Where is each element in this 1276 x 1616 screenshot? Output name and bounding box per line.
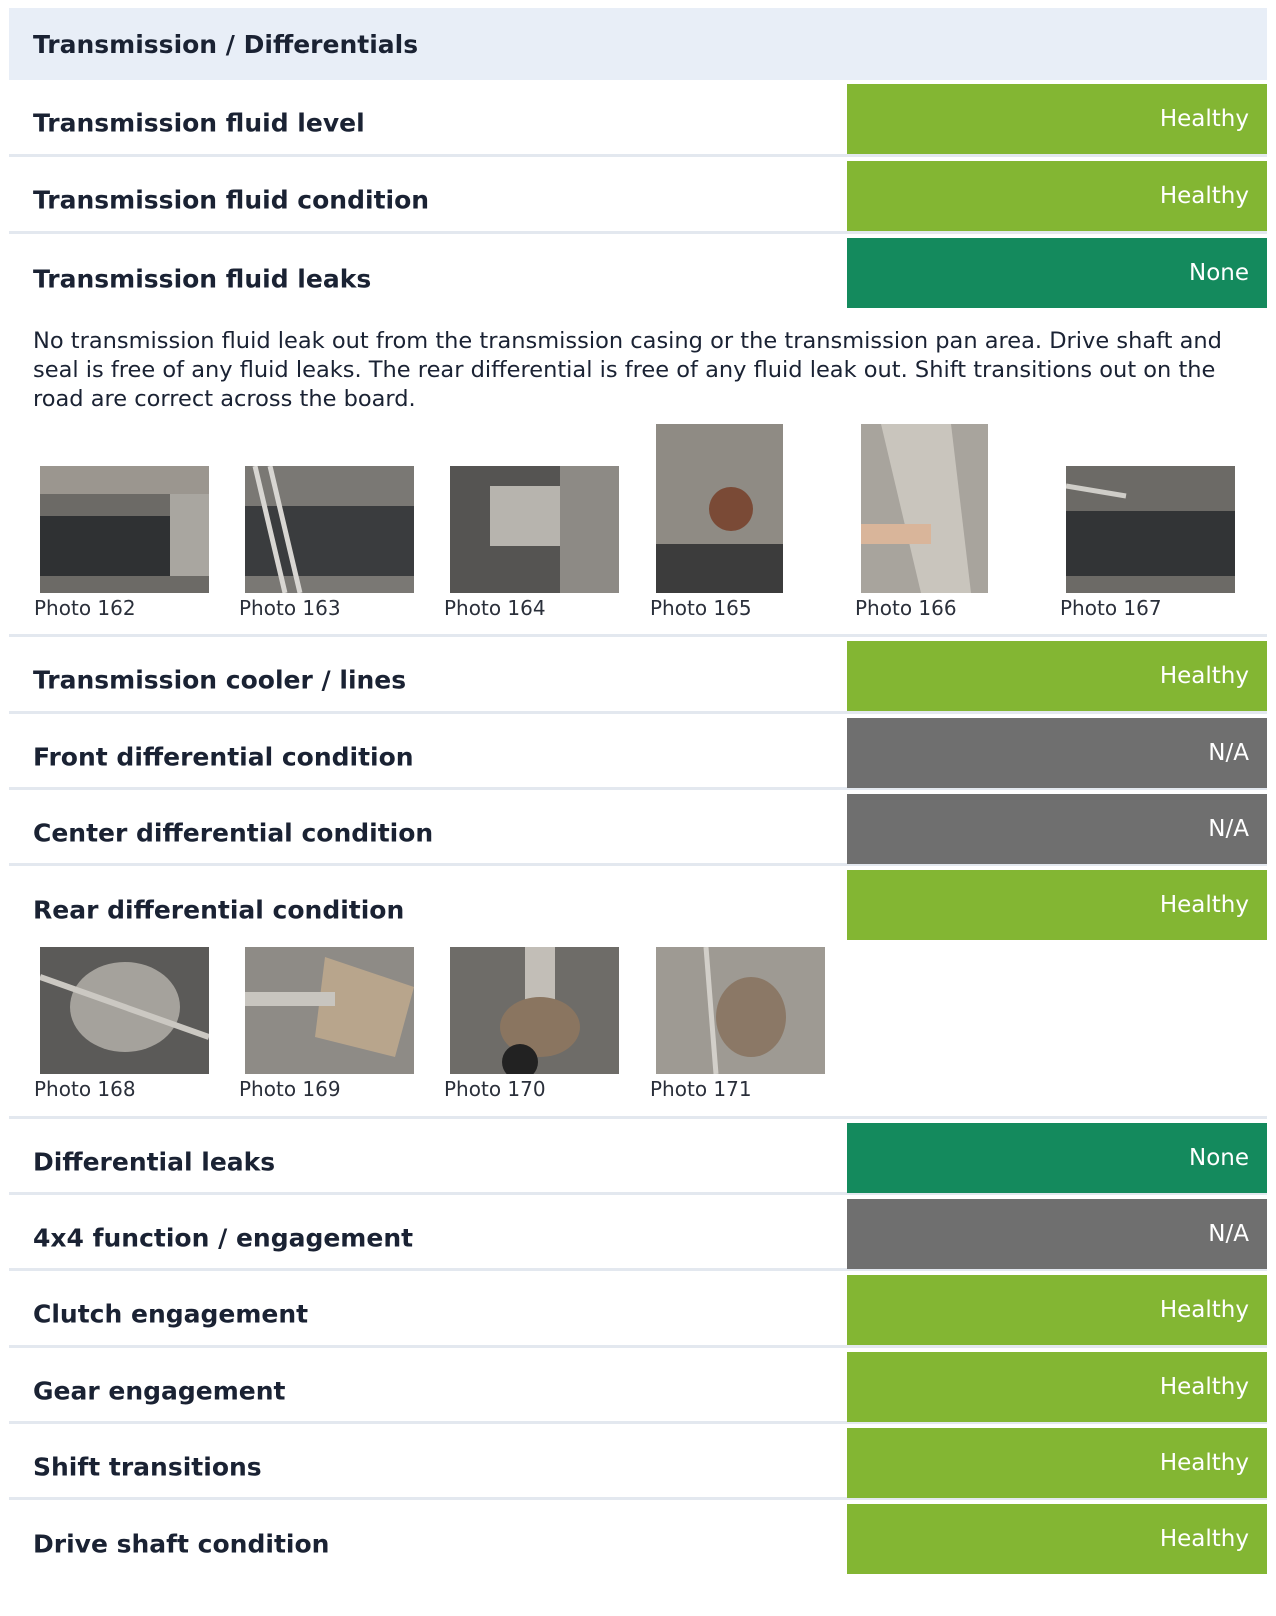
row-label: Differential leaks — [33, 1146, 276, 1176]
status-badge: Healthy — [847, 870, 1267, 940]
photo-caption: Photo 171 — [650, 1077, 752, 1101]
status-badge: Healthy — [847, 641, 1267, 711]
rear-differential-photo[interactable] — [40, 947, 209, 1074]
row-label: Shift transitions — [33, 1451, 262, 1481]
row-4x4-function-engagement: 4x4 function / engagement N/A — [9, 1195, 1267, 1271]
photo-caption: Photo 169 — [239, 1077, 341, 1101]
photo-caption: Photo 170 — [444, 1077, 546, 1101]
transmission-cooler-photo[interactable] — [450, 466, 619, 593]
rear-differential-photo[interactable] — [656, 947, 825, 1074]
status-badge: None — [847, 238, 1267, 308]
photo-caption: Photo 165 — [650, 596, 752, 620]
row-shift-transitions: Shift transitions Healthy — [9, 1424, 1267, 1500]
row-center-differential-condition: Center differential condition N/A — [9, 790, 1267, 866]
photo-gallery: Photo 168 Photo 169 Photo 170 Photo 171 — [9, 942, 1267, 1122]
row-label: Transmission fluid level — [33, 108, 365, 138]
transmission-pan-photo[interactable] — [1066, 466, 1235, 593]
row-transmission-cooler-lines: Transmission cooler / lines Healthy — [9, 637, 1267, 714]
row-label: Clutch engagement — [33, 1299, 309, 1329]
status-badge: None — [847, 1123, 1267, 1193]
row-gear-engagement: Gear engagement Healthy — [9, 1348, 1267, 1424]
row-differential-leaks: Differential leaks None — [9, 1119, 1267, 1195]
rear-differential-photo[interactable] — [450, 947, 619, 1074]
photo-caption: Photo 162 — [34, 596, 136, 620]
section-title: Transmission / Differentials — [9, 8, 1267, 80]
row-label: Transmission fluid leaks — [33, 263, 372, 293]
photo-caption: Photo 164 — [444, 596, 546, 620]
row-label: Transmission fluid condition — [33, 185, 430, 215]
photo-caption: Photo 168 — [34, 1077, 136, 1101]
status-badge: Healthy — [847, 161, 1267, 231]
photo-caption: Photo 163 — [239, 596, 341, 620]
row-label: Gear engagement — [33, 1375, 286, 1405]
transmission-pan-photo[interactable] — [40, 466, 209, 593]
status-badge: N/A — [847, 794, 1267, 864]
photo-gallery: Photo 162 Photo 163 Photo 164 Photo 165 — [9, 424, 1267, 636]
row-label: Center differential condition — [33, 817, 434, 847]
status-badge: N/A — [847, 718, 1267, 788]
inspection-section: Transmission / Differentials Transmissio… — [9, 8, 1267, 1576]
row-clutch-engagement: Clutch engagement Healthy — [9, 1271, 1267, 1348]
photo-caption: Photo 166 — [855, 596, 957, 620]
status-badge: Healthy — [847, 1352, 1267, 1422]
status-badge: N/A — [847, 1199, 1267, 1269]
row-label: Rear differential condition — [33, 895, 405, 925]
inspection-note: No transmission fluid leak out from the … — [33, 328, 1222, 412]
row-transmission-fluid-level: Transmission fluid level Healthy — [9, 80, 1267, 157]
photo-caption: Photo 167 — [1060, 596, 1162, 620]
row-label: 4x4 function / engagement — [33, 1222, 414, 1252]
status-badge: Healthy — [847, 1504, 1267, 1574]
row-label: Transmission cooler / lines — [33, 665, 407, 695]
row-front-differential-condition: Front differential condition N/A — [9, 714, 1267, 790]
row-label: Front differential condition — [33, 741, 414, 771]
row-rear-differential-condition: Rear differential condition Healthy Phot… — [9, 866, 1267, 1119]
status-badge: Healthy — [847, 84, 1267, 154]
transmission-pan-photo[interactable] — [245, 466, 414, 593]
row-drive-shaft-condition: Drive shaft condition Healthy — [9, 1500, 1267, 1576]
driveshaft-seal-photo[interactable] — [861, 424, 988, 593]
row-transmission-fluid-condition: Transmission fluid condition Healthy — [9, 157, 1267, 234]
status-badge: Healthy — [847, 1275, 1267, 1345]
row-label: Drive shaft condition — [33, 1529, 330, 1559]
row-transmission-fluid-leaks: Transmission fluid leaks None No transmi… — [9, 234, 1267, 637]
driveshaft-photo[interactable] — [656, 424, 783, 593]
rear-differential-photo[interactable] — [245, 947, 414, 1074]
status-badge: Healthy — [847, 1428, 1267, 1498]
